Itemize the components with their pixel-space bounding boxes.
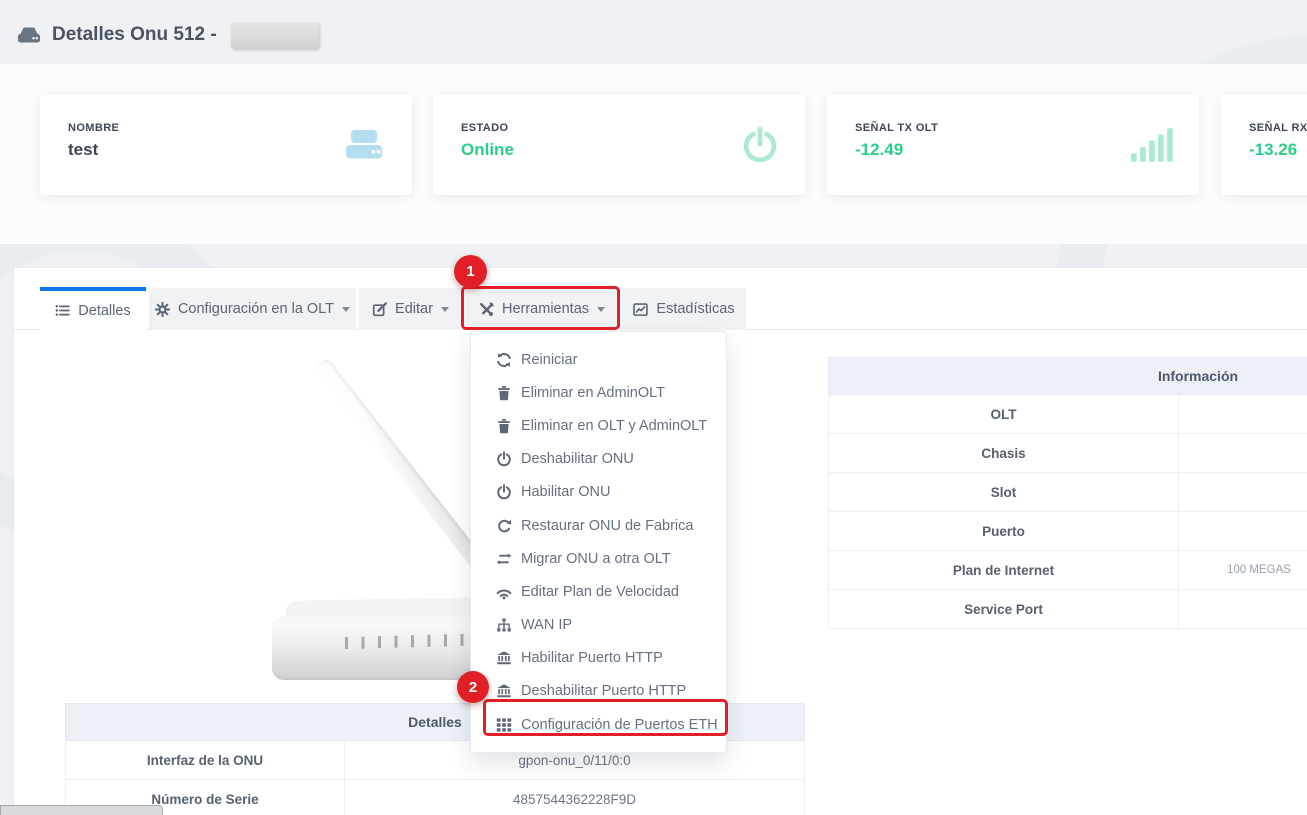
table-row: Chasis [828,434,1307,473]
table-row: OLT [828,395,1307,434]
card-estado: ESTADO Online [433,95,805,195]
trash-icon [496,418,512,434]
tab-detalles[interactable]: Detalles [40,287,146,330]
table-row: Puerto [828,512,1307,551]
tab-label: Configuración en la OLT [178,301,334,317]
signal-bars-icon [1131,127,1173,163]
edit-icon [372,302,387,317]
card-label: ESTADO [461,122,508,134]
card-label: NOMBRE [68,122,119,134]
menu-item-label: Eliminar en AdminOLT [521,385,665,401]
card-value: -12.49 [855,140,903,160]
menu-item-wan-ip[interactable]: WAN IP [471,609,726,642]
page-title: Detalles Onu 512 - [16,22,319,48]
card-value: Online [461,140,514,160]
menu-item-label: Habilitar Puerto HTTP [521,650,663,666]
annotation-step-2: 2 [457,671,489,703]
list-icon [55,303,70,318]
table-row: Plan de Internet 100 MEGAS [828,551,1307,590]
row-label: Service Port [829,590,1179,628]
menu-item-habilitar-onu[interactable]: Habilitar ONU [471,476,726,509]
row-value [1179,512,1307,550]
power-icon [496,484,512,500]
wifi-icon [496,584,512,600]
tab-configuracion-olt[interactable]: Configuración en la OLT [149,288,356,330]
redacted-client-name [231,22,319,48]
router-icon [16,25,42,45]
menu-item-deshabilitar-onu[interactable]: Deshabilitar ONU [471,443,726,476]
bank-icon [496,683,512,699]
onu-details-page: Detalles Onu 512 - NOMBRE test ESTADO On… [0,0,1307,815]
row-value: 100 MEGAS [1179,551,1307,589]
annotation-box-puertos-eth [483,699,728,736]
transfer-icon [496,551,512,567]
trash-icon [496,385,512,401]
tab-estadisticas[interactable]: Estadísticas [622,288,746,330]
refresh-icon [496,352,512,368]
modem-icon [342,127,386,163]
menu-item-label: Eliminar en OLT y AdminOLT [521,418,707,434]
annotation-step-1: 1 [454,255,487,288]
menu-item-label: Reiniciar [521,352,577,368]
card-label: SEÑAL RX [1249,122,1307,134]
tab-label: Editar [395,301,433,317]
annotation-box-herramientas [461,286,620,330]
row-label: Puerto [829,512,1179,550]
menu-item-label: Deshabilitar Puerto HTTP [521,683,686,699]
menu-item-label: Restaurar ONU de Fabrica [521,518,693,534]
row-value [1179,434,1307,472]
herramientas-dropdown-menu: Reiniciar Eliminar en AdminOLT Eliminar … [470,331,727,753]
row-value [1179,590,1307,628]
menu-item-label: Migrar ONU a otra OLT [521,551,671,567]
table-row: Número de Serie 4857544362228F9D [65,780,805,815]
tab-label: Estadísticas [656,301,734,317]
card-senal-rx: SEÑAL RX -13.26 [1221,95,1307,195]
menu-item-restaurar-fabrica[interactable]: Restaurar ONU de Fabrica [471,509,726,542]
chevron-down-icon [441,307,449,316]
card-label: SEÑAL TX OLT [855,122,938,134]
row-value [1179,473,1307,511]
row-label: OLT [829,395,1179,433]
table-row: Service Port [828,590,1307,629]
tab-editar[interactable]: Editar [359,288,462,330]
row-value: 4857544362228F9D [345,780,804,815]
chart-icon [633,302,648,317]
row-label: Interfaz de la ONU [66,741,345,779]
gear-icon [155,302,170,317]
table-header: Información [828,357,1307,395]
network-icon [496,617,512,633]
bank-icon [496,650,512,666]
menu-item-eliminar-olt-adminolt[interactable]: Eliminar en OLT y AdminOLT [471,409,726,442]
row-label: Plan de Internet [829,551,1179,589]
card-nombre: NOMBRE test [40,95,412,195]
menu-item-label: WAN IP [521,617,572,633]
menu-item-migrar-onu[interactable]: Migrar ONU a otra OLT [471,542,726,575]
row-label: Slot [829,473,1179,511]
chevron-down-icon [342,307,350,316]
menu-item-editar-plan[interactable]: Editar Plan de Velocidad [471,575,726,608]
menu-item-label: Editar Plan de Velocidad [521,584,679,600]
card-senal-tx: SEÑAL TX OLT -12.49 [827,95,1199,195]
row-label: Chasis [829,434,1179,472]
power-icon [496,451,512,467]
table-row: Slot [828,473,1307,512]
menu-item-reiniciar[interactable]: Reiniciar [471,343,726,376]
card-value: test [68,140,98,160]
menu-item-label: Deshabilitar ONU [521,451,634,467]
row-value [1179,395,1307,433]
power-icon [741,126,779,164]
menu-item-label: Habilitar ONU [521,484,610,500]
menu-item-eliminar-adminolt[interactable]: Eliminar en AdminOLT [471,376,726,409]
tab-label: Detalles [78,303,130,319]
page-title-text: Detalles Onu 512 - [52,24,217,46]
menu-item-habilitar-http[interactable]: Habilitar Puerto HTTP [471,642,726,675]
informacion-table: Información OLT Chasis Slot Puerto Plan … [828,357,1307,629]
rotate-icon [496,518,512,534]
card-value: -13.26 [1249,140,1297,160]
browser-status-tooltip [0,805,163,815]
